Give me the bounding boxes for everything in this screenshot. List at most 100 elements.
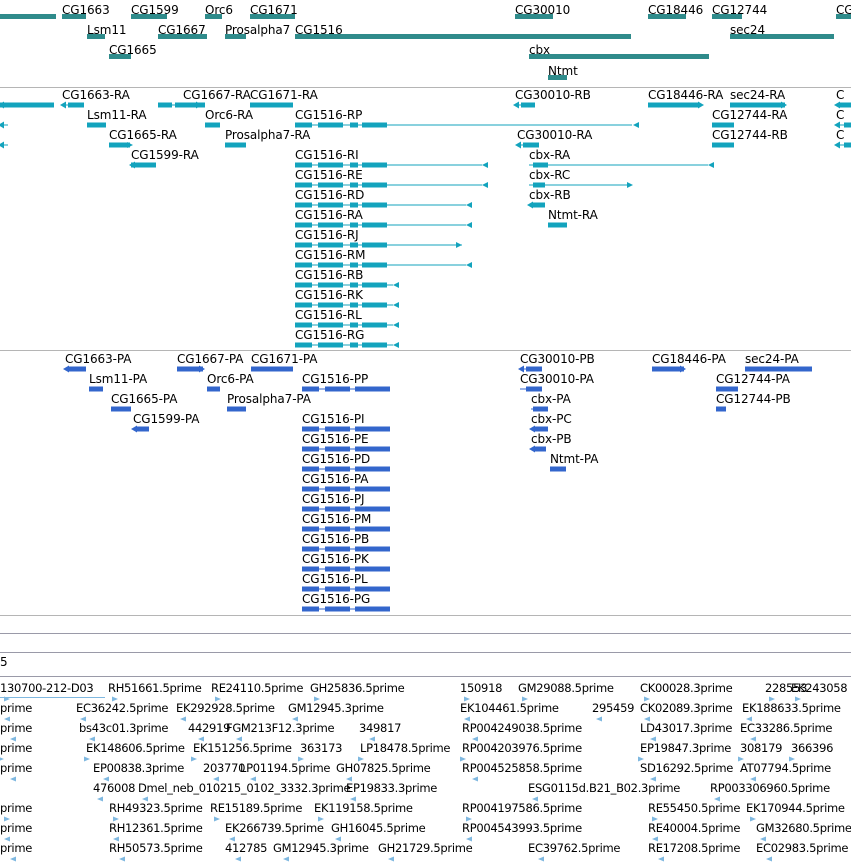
ests-feature-label[interactable]: GM32680.5prime xyxy=(756,822,851,835)
ests-feature-label[interactable]: RP004197586.5prime xyxy=(462,802,582,815)
transcripts-feature-label[interactable]: CG1599-RA xyxy=(131,149,199,162)
exon-glyph[interactable] xyxy=(325,386,350,392)
exon-glyph[interactable] xyxy=(225,142,246,148)
proteins-feature-label[interactable]: CG1516-PA xyxy=(302,473,368,486)
ests-feature-label[interactable]: GM12945.3prime xyxy=(273,842,369,855)
ests-feature-label[interactable]: prime xyxy=(0,702,32,715)
transcripts-feature-label[interactable]: CG1516-RK xyxy=(295,289,363,302)
exon-glyph[interactable] xyxy=(355,586,390,592)
ests-feature-label[interactable]: EK104461.5prime xyxy=(460,702,559,715)
exon-glyph[interactable] xyxy=(533,406,548,412)
exon-glyph[interactable] xyxy=(548,222,567,228)
exon-glyph[interactable] xyxy=(302,506,319,512)
transcripts-feature-label[interactable]: CG18446-RA xyxy=(648,89,723,102)
ests-feature-label[interactable]: prime xyxy=(0,742,32,755)
exon-glyph[interactable] xyxy=(0,102,54,108)
exon-glyph[interactable] xyxy=(362,202,387,208)
proteins-feature-label[interactable]: CG1516-PD xyxy=(302,453,370,466)
exon-glyph[interactable] xyxy=(325,546,350,552)
transcripts-feature-label[interactable]: cbx-RC xyxy=(529,169,570,182)
exon-glyph[interactable] xyxy=(318,162,343,168)
exon-glyph[interactable] xyxy=(350,122,358,128)
ests-feature-label[interactable]: RP004203976.5prime xyxy=(462,742,582,755)
exon-glyph[interactable] xyxy=(844,122,851,128)
exon-glyph[interactable] xyxy=(526,386,542,392)
exon-glyph[interactable] xyxy=(350,202,358,208)
exon-glyph[interactable] xyxy=(730,102,785,108)
ests-feature-label[interactable]: prime xyxy=(0,722,32,735)
ests-feature-label[interactable]: EC33286.5prime xyxy=(740,722,832,735)
exon-glyph[interactable] xyxy=(535,426,548,432)
ests-feature-label[interactable]: RP003306960.5prime xyxy=(710,782,830,795)
exon-glyph[interactable] xyxy=(302,386,319,392)
exon-glyph[interactable] xyxy=(648,102,698,108)
proteins-feature-label[interactable]: Ntmt-PA xyxy=(550,453,598,466)
exon-glyph[interactable] xyxy=(318,242,343,248)
exon-glyph[interactable] xyxy=(355,466,390,472)
exon-glyph[interactable] xyxy=(302,426,319,432)
exon-glyph[interactable] xyxy=(325,566,350,572)
transcripts-feature-label[interactable]: CG1516-RA xyxy=(295,209,363,222)
ests-feature-label[interactable]: 130700-212-D03 xyxy=(0,682,94,695)
ests-feature-label[interactable]: EP19847.3prime xyxy=(640,742,731,755)
genes-feature-label[interactable]: CG18446 xyxy=(648,4,703,17)
ests-feature-label[interactable]: prime xyxy=(0,822,32,835)
exon-glyph[interactable] xyxy=(318,322,343,328)
exon-glyph[interactable] xyxy=(535,446,546,452)
ests-feature-label[interactable]: EK151256.5prime xyxy=(193,742,292,755)
est-glyph[interactable] xyxy=(0,697,105,698)
proteins-feature-label[interactable]: CG30010-PB xyxy=(520,353,595,366)
exon-glyph[interactable] xyxy=(325,466,350,472)
exon-glyph[interactable] xyxy=(318,342,343,348)
exon-glyph[interactable] xyxy=(355,566,390,572)
genes-feature-label[interactable]: CG xyxy=(836,4,851,17)
ests-feature-label[interactable]: 295459 xyxy=(592,702,634,715)
ests-feature-label[interactable]: SD16292.5prime xyxy=(640,762,733,775)
ests-feature-label[interactable]: ESG0115d.B21_B02.3prime xyxy=(528,782,680,795)
exon-glyph[interactable] xyxy=(325,426,350,432)
transcripts-feature-label[interactable]: C xyxy=(836,129,844,142)
ests-feature-label[interactable]: GH25836.5prime xyxy=(310,682,405,695)
ests-feature-label[interactable]: LP18478.5prime xyxy=(360,742,451,755)
ests-feature-label[interactable]: GH07825.5prime xyxy=(336,762,431,775)
transcripts-feature-label[interactable]: sec24-RA xyxy=(730,89,785,102)
proteins-feature-label[interactable]: cbx-PC xyxy=(531,413,572,426)
transcripts-feature-label[interactable]: CG1516-RL xyxy=(295,309,362,322)
exon-glyph[interactable] xyxy=(355,506,390,512)
exon-glyph[interactable] xyxy=(89,386,103,392)
ests-feature-label[interactable]: RE55450.5prime xyxy=(648,802,740,815)
ests-feature-label[interactable]: prime xyxy=(0,762,32,775)
exon-glyph[interactable] xyxy=(295,342,312,348)
gene-glyph[interactable] xyxy=(295,34,631,39)
exon-glyph[interactable] xyxy=(295,122,312,128)
ests-feature-label[interactable]: prime xyxy=(0,842,32,855)
exon-glyph[interactable] xyxy=(302,486,319,492)
proteins-feature-label[interactable]: CG1671-PA xyxy=(251,353,317,366)
exon-glyph[interactable] xyxy=(295,282,312,288)
exon-glyph[interactable] xyxy=(716,386,738,392)
genes-feature-label[interactable]: CG30010 xyxy=(515,4,570,17)
transcripts-feature-label[interactable]: CG1671-RA xyxy=(250,89,318,102)
transcripts-feature-label[interactable]: CG1663-RA xyxy=(62,89,130,102)
exon-glyph[interactable] xyxy=(302,546,319,552)
proteins-feature-label[interactable]: Orc6-PA xyxy=(207,373,254,386)
ests-feature-label[interactable]: AT07794.5prime xyxy=(740,762,831,775)
transcripts-feature-label[interactable]: CG12744-RB xyxy=(712,129,788,142)
proteins-feature-label[interactable]: CG1665-PA xyxy=(111,393,177,406)
exon-glyph[interactable] xyxy=(355,386,390,392)
exon-glyph[interactable] xyxy=(87,122,106,128)
genes-feature-label[interactable]: CG1665 xyxy=(109,44,157,57)
exon-glyph[interactable] xyxy=(716,406,726,412)
exon-glyph[interactable] xyxy=(111,406,131,412)
proteins-feature-label[interactable]: CG1516-PB xyxy=(302,533,369,546)
transcripts-feature-label[interactable]: C xyxy=(836,89,844,102)
ests-feature-label[interactable]: 442919 xyxy=(188,722,230,735)
genes-feature-label[interactable]: Prosalpha7 xyxy=(225,24,290,37)
exon-glyph[interactable] xyxy=(355,526,390,532)
ests-feature-label[interactable]: GM29088.5prime xyxy=(518,682,614,695)
transcripts-feature-label[interactable]: Orc6-RA xyxy=(205,109,253,122)
ests-feature-label[interactable]: RH49323.5prime xyxy=(109,802,203,815)
proteins-feature-label[interactable]: CG1516-PE xyxy=(302,433,369,446)
proteins-feature-label[interactable]: cbx-PA xyxy=(531,393,571,406)
genes-feature-label[interactable]: Ntmt xyxy=(548,65,578,78)
